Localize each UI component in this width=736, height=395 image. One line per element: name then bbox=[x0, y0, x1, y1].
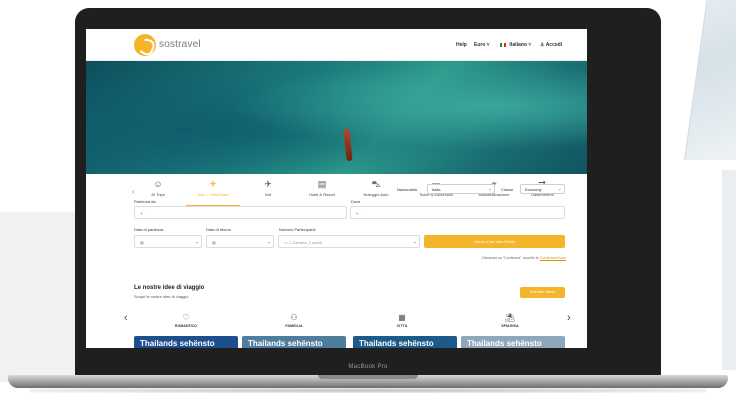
heart-icon: ♡ bbox=[182, 313, 190, 322]
currency-label: Euro bbox=[474, 42, 486, 48]
class-label: Classe bbox=[501, 187, 514, 192]
idea-card-title: Thailands sehënsto bbox=[359, 339, 434, 348]
tab-label: Hotel & Resort bbox=[308, 192, 335, 197]
city-icon: ▦ bbox=[398, 313, 406, 322]
idea-card[interactable]: Thailands sehënsto bbox=[353, 336, 457, 348]
background-map-edge bbox=[722, 170, 736, 370]
idea-card-title: Thailands sehënsto bbox=[248, 339, 323, 348]
terms-notice: Cliccando su "Conferma", accetto le Cond… bbox=[416, 256, 566, 260]
language-selector[interactable]: Italiano ˅ bbox=[500, 42, 531, 48]
chevron-down-icon: ˅ bbox=[488, 187, 491, 192]
return-date-label: Data di ritorno bbox=[206, 227, 232, 232]
depart-date-value: - bbox=[144, 240, 147, 245]
class-select[interactable]: Economy ˅ bbox=[520, 184, 565, 194]
chevron-down-icon: ˅ bbox=[558, 187, 561, 192]
site-header: sostravel Help Euro ˅ Italiano ˅ ♙ Acced… bbox=[86, 29, 587, 61]
tab-label: AI Trips bbox=[151, 192, 165, 197]
nationality-select[interactable]: Italia ˅ bbox=[427, 184, 495, 194]
tab-label: Voli bbox=[264, 192, 272, 197]
login-label: Accedi bbox=[545, 42, 563, 48]
idea-card[interactable]: Thailands sehënsto bbox=[242, 336, 346, 348]
idea-card-title: Thailands sehënsto bbox=[140, 339, 215, 348]
destination-input[interactable]: ⌖ - bbox=[350, 206, 565, 219]
participants-value: 1 Camera, 2 adulti bbox=[288, 240, 322, 245]
return-date-input[interactable]: ▦ - ˅ bbox=[206, 235, 274, 248]
currency-selector[interactable]: Euro ˅ bbox=[474, 42, 490, 48]
ideas-prev-arrow[interactable]: ‹ bbox=[124, 312, 128, 324]
departure-input[interactable]: ✈ - bbox=[134, 206, 347, 219]
category-label: ROMANTICO bbox=[174, 324, 198, 328]
background-map-device bbox=[684, 0, 736, 160]
site-logo-text[interactable]: sostravel bbox=[159, 39, 201, 50]
destination-label: Dove bbox=[351, 199, 361, 204]
destination-value: - bbox=[359, 211, 361, 216]
nationality-label: Nazionalità bbox=[397, 187, 417, 192]
departure-label: Partenza da bbox=[134, 199, 156, 204]
boat-shape bbox=[343, 128, 353, 162]
ai-trips-icon: ☺ bbox=[153, 179, 163, 189]
laptop-shadow bbox=[30, 388, 706, 393]
tab-hotels[interactable]: ▤ Hotel & Resort bbox=[298, 175, 346, 207]
departure-value: - bbox=[144, 211, 146, 216]
chevron-down-icon: ˅ bbox=[267, 240, 270, 245]
idea-card-title: Thailands sehënsto bbox=[467, 339, 542, 348]
tab-flight-hotel[interactable]: ✈ Volo + Hotel/Navi bbox=[186, 175, 240, 207]
family-icon: ⚇ bbox=[290, 313, 298, 322]
tab-label: Noleggio Auto bbox=[363, 192, 389, 197]
search-submit-button[interactable]: Cerca il tuo Volo+Hotel bbox=[424, 235, 565, 248]
more-offers-button[interactable]: Vedi altre offerte bbox=[520, 287, 565, 298]
language-label: Italiano bbox=[509, 42, 527, 48]
car-icon: ⛍ bbox=[371, 179, 381, 189]
idea-card[interactable]: Thailands sehënsto bbox=[134, 336, 238, 348]
ideas-next-arrow[interactable]: › bbox=[567, 312, 571, 324]
help-link[interactable]: Help bbox=[456, 42, 467, 48]
category-family[interactable]: ⚇ FAMIGLIA bbox=[264, 313, 324, 328]
ideas-subtitle: Scopri le nostre idee di viaggio bbox=[134, 294, 189, 299]
italy-flag-icon bbox=[500, 42, 506, 47]
category-city[interactable]: ▦ CITTÀ bbox=[372, 313, 432, 328]
laptop-base-notch bbox=[318, 375, 418, 379]
chevron-down-icon: ˅ bbox=[528, 42, 532, 48]
terms-link[interactable]: Condizioni d'uso bbox=[540, 256, 566, 260]
beach-umbrella-icon: ⛱ bbox=[504, 313, 516, 322]
hero-image bbox=[86, 61, 587, 174]
ideas-title: Le nostre idee di viaggio bbox=[134, 285, 205, 291]
return-date-value: - bbox=[216, 240, 219, 245]
category-romantic[interactable]: ♡ ROMANTICO bbox=[156, 313, 216, 328]
participants-input[interactable]: ▭ 1 Camera, 2 adulti ˅ bbox=[278, 235, 420, 248]
idea-card[interactable]: Thailands sehënsto bbox=[461, 336, 565, 348]
laptop-screen: sostravel Help Euro ˅ Italiano ˅ ♙ Acced… bbox=[86, 29, 587, 348]
flight-icon: ✈ bbox=[264, 179, 272, 189]
sostravel-logo-icon[interactable] bbox=[134, 34, 156, 56]
chevron-down-icon: ˅ bbox=[486, 42, 490, 48]
chevron-down-icon: ˅ bbox=[195, 240, 198, 245]
laptop-brand: MacBook Pro bbox=[348, 364, 388, 370]
category-label: CITTÀ bbox=[396, 324, 408, 328]
nationality-value: Italia bbox=[432, 187, 441, 192]
depart-date-input[interactable]: ▦ - ˅ bbox=[134, 235, 202, 248]
flight-hotel-icon: ✈ bbox=[209, 179, 217, 189]
category-beach[interactable]: ⛱ SPIAGGIA bbox=[480, 313, 540, 328]
participants-label: Numero Partecipanti bbox=[279, 227, 316, 232]
depart-date-label: Data di partenza bbox=[134, 227, 164, 232]
class-value: Economy bbox=[525, 187, 542, 192]
tab-flights[interactable]: ✈ Voli bbox=[246, 175, 290, 207]
terms-text: Cliccando su "Conferma", accetto le bbox=[481, 256, 539, 260]
category-label: SPIAGGIA bbox=[501, 324, 519, 328]
chevron-down-icon: ˅ bbox=[413, 240, 416, 245]
login-link[interactable]: ♙ Accedi bbox=[540, 42, 562, 48]
hotel-icon: ▤ bbox=[317, 179, 327, 189]
tab-label: Volo + Hotel/Navi bbox=[197, 192, 229, 197]
category-label: FAMIGLIA bbox=[285, 324, 303, 328]
